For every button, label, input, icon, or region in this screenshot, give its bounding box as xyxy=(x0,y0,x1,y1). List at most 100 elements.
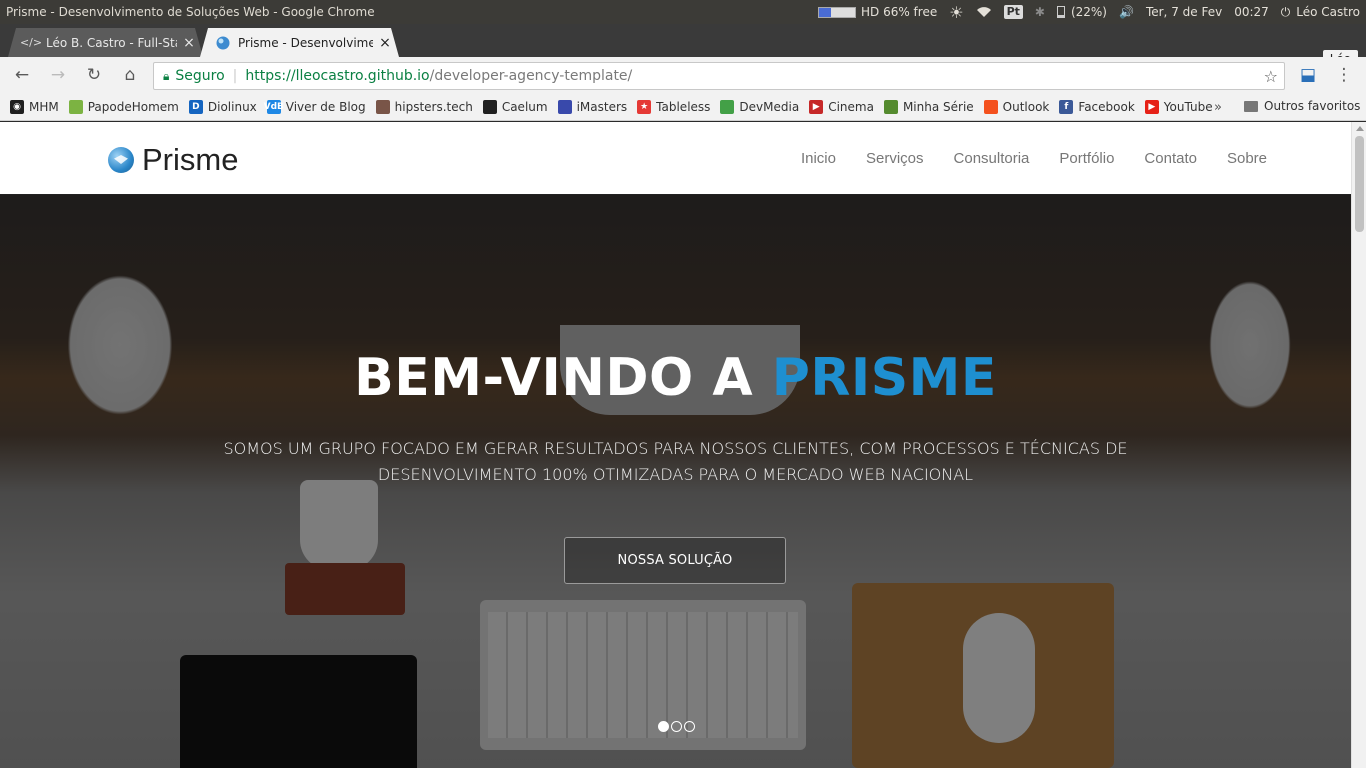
hero-title-accent: PRISME xyxy=(771,348,997,408)
bookmark-favicon-icon: ▶ xyxy=(809,100,824,114)
brightness-icon[interactable]: ☀ xyxy=(943,0,969,24)
bookmark-item[interactable]: DevMedia xyxy=(720,100,799,114)
back-icon[interactable]: ← xyxy=(8,61,36,89)
bookmark-label: Viver de Blog xyxy=(285,100,366,114)
bookmark-favicon-icon: f xyxy=(1059,100,1074,114)
address-bar[interactable]: 🔒︎ Seguro | https://lleocastro.github.io… xyxy=(153,62,1285,90)
bookmark-favicon-icon xyxy=(375,100,390,114)
site-brand[interactable]: Prisme xyxy=(108,142,238,178)
bookmark-label: hipsters.tech xyxy=(394,100,473,114)
bookmark-item[interactable]: D Diolinux xyxy=(188,100,257,114)
bookmarks-overflow-button[interactable]: » xyxy=(1214,100,1222,115)
keyboard-layout-indicator[interactable]: Pt xyxy=(998,0,1029,24)
other-bookmarks-folder[interactable]: Outros favoritos xyxy=(1244,99,1360,113)
nav-link-inicio[interactable]: Inicio xyxy=(801,150,836,167)
tab-strip: </> Léo B. Castro - Full-Stack × Prisme … xyxy=(0,24,1366,57)
prism-logo-icon xyxy=(108,147,134,173)
os-top-panel: Prisme - Desenvolvimento de Soluções Web… xyxy=(0,0,1366,24)
reload-icon[interactable]: ↻ xyxy=(80,61,108,89)
bookmark-item[interactable]: ◉ MHM xyxy=(10,100,59,114)
carousel-dot[interactable] xyxy=(671,721,682,732)
folder-icon xyxy=(1244,100,1258,112)
bookmark-favicon-icon: ▶ xyxy=(1144,100,1159,114)
url-host: https://lleocastro.github.io xyxy=(245,68,430,84)
bookmark-favicon-icon: D xyxy=(188,100,203,114)
tab-leo-castro[interactable]: </> Léo B. Castro - Full-Stack × xyxy=(8,28,203,57)
secure-label: Seguro xyxy=(175,68,225,84)
power-icon: ⏻ xyxy=(1280,4,1291,19)
cta-button[interactable]: NOSSA SOLUÇÃO xyxy=(564,537,786,584)
session-menu[interactable]: ⏻ Léo Castro xyxy=(1275,0,1366,24)
hero-subtitle: Somos um grupo focado em gerar resultado… xyxy=(223,439,1128,484)
bookmark-item[interactable]: ▶ YouTube xyxy=(1144,100,1213,114)
tab-label: Prisme - Desenvolvimento xyxy=(238,35,373,50)
wifi-icon[interactable] xyxy=(970,0,998,24)
close-icon[interactable]: × xyxy=(183,35,195,51)
window-title: Prisme - Desenvolvimento de Soluções Web… xyxy=(6,5,375,19)
lock-icon: 🔒︎ xyxy=(163,68,170,83)
keyboard-layout-label: Pt xyxy=(1003,5,1023,19)
bookmark-label: Facebook xyxy=(1078,100,1135,114)
bookmark-item[interactable]: iMasters xyxy=(557,100,627,114)
bookmark-favicon-icon xyxy=(883,100,898,114)
close-icon[interactable]: × xyxy=(379,35,391,51)
carousel-dot[interactable] xyxy=(684,721,695,732)
site-nav-links: Inicio Serviços Consultoria Portfólio Co… xyxy=(771,150,1267,167)
bookmarks-bar: ◉ MHM PapodeHomem D Diolinux VdB Viver de Blog… xyxy=(0,94,1366,121)
tab-label: Léo B. Castro - Full-Stack xyxy=(46,35,175,50)
disk-usage-fill xyxy=(818,7,832,17)
brand-name: Prisme xyxy=(142,142,239,177)
volume-icon[interactable]: 🔊 xyxy=(1113,0,1140,24)
carousel-dot[interactable] xyxy=(658,721,669,732)
date-label: Ter, 7 de Fev xyxy=(1145,5,1223,19)
code-icon: </> xyxy=(19,36,43,49)
bookmark-item[interactable]: ★ Tableless xyxy=(637,100,710,114)
disk-indicator[interactable]: HD 66% free xyxy=(812,0,943,24)
bookmark-label: Tableless xyxy=(656,100,711,114)
bluetooth-icon[interactable]: ✱ xyxy=(1029,0,1051,24)
bookmark-item[interactable]: Outlook xyxy=(983,100,1049,114)
browser-toolbar: ← → ↻ ⌂ 🔒︎ Seguro | https://lleocastro.g… xyxy=(0,57,1366,94)
bookmark-label: Minha Série xyxy=(902,100,974,114)
battery-indicator[interactable]: (22%) xyxy=(1051,0,1113,24)
tab-prisme[interactable]: Prisme - Desenvolvimento × xyxy=(200,28,399,57)
bookmark-label: MHM xyxy=(29,100,59,114)
nav-link-contato[interactable]: Contato xyxy=(1144,150,1197,167)
disk-label: HD 66% free xyxy=(860,5,938,19)
globe-icon xyxy=(216,36,230,50)
menu-icon[interactable]: ⋮ xyxy=(1330,61,1358,89)
bookmark-star-icon[interactable]: ☆ xyxy=(1264,67,1278,86)
disk-usage-bar xyxy=(817,6,856,18)
scroll-up-arrow-icon[interactable] xyxy=(1356,126,1364,131)
page-scrollbar[interactable] xyxy=(1351,122,1366,768)
bookmark-item[interactable]: f Facebook xyxy=(1059,100,1135,114)
bookmark-favicon-icon xyxy=(68,100,83,114)
home-icon[interactable]: ⌂ xyxy=(116,61,144,89)
nav-link-servicos[interactable]: Serviços xyxy=(866,150,924,167)
bookmark-label: PapodeHomem xyxy=(87,100,179,114)
scrollbar-thumb[interactable] xyxy=(1355,136,1364,232)
hero-carousel: BEM-VINDO A PRISME Somos um grupo focado… xyxy=(0,195,1351,768)
hero-content: BEM-VINDO A PRISME Somos um grupo focado… xyxy=(0,195,1351,768)
nav-link-portfolio[interactable]: Portfólio xyxy=(1059,150,1114,167)
user-name: Léo Castro xyxy=(1296,5,1360,19)
bookmark-item[interactable]: VdB Viver de Blog xyxy=(263,100,366,114)
bookmark-item[interactable]: Caelum xyxy=(482,100,548,114)
forward-icon[interactable]: → xyxy=(44,61,72,89)
bookmark-favicon-icon xyxy=(720,100,735,114)
extension-icon[interactable]: ⬓ xyxy=(1294,61,1322,89)
site-navbar: Prisme Inicio Serviços Consultoria Portf… xyxy=(0,122,1351,195)
bookmark-item[interactable]: PapodeHomem xyxy=(68,100,179,114)
datetime[interactable]: Ter, 7 de Fev 00:27 xyxy=(1140,0,1275,24)
bookmark-item[interactable]: Minha Série xyxy=(883,100,974,114)
battery-percent: (22%) xyxy=(1070,5,1107,19)
nav-link-consultoria[interactable]: Consultoria xyxy=(954,150,1030,167)
nav-link-sobre[interactable]: Sobre xyxy=(1227,150,1267,167)
bookmark-item[interactable]: ▶ Cinema xyxy=(809,100,874,114)
bookmark-favicon-icon: VdB xyxy=(263,100,284,114)
bookmark-label: Cinema xyxy=(828,100,874,114)
bookmark-item[interactable]: hipsters.tech xyxy=(375,100,473,114)
bookmark-favicon-icon xyxy=(983,100,998,114)
system-tray: HD 66% free ☀ Pt ✱ (22%) 🔊 Ter, 7 de Fev… xyxy=(812,0,1366,24)
battery-icon xyxy=(1056,6,1065,18)
